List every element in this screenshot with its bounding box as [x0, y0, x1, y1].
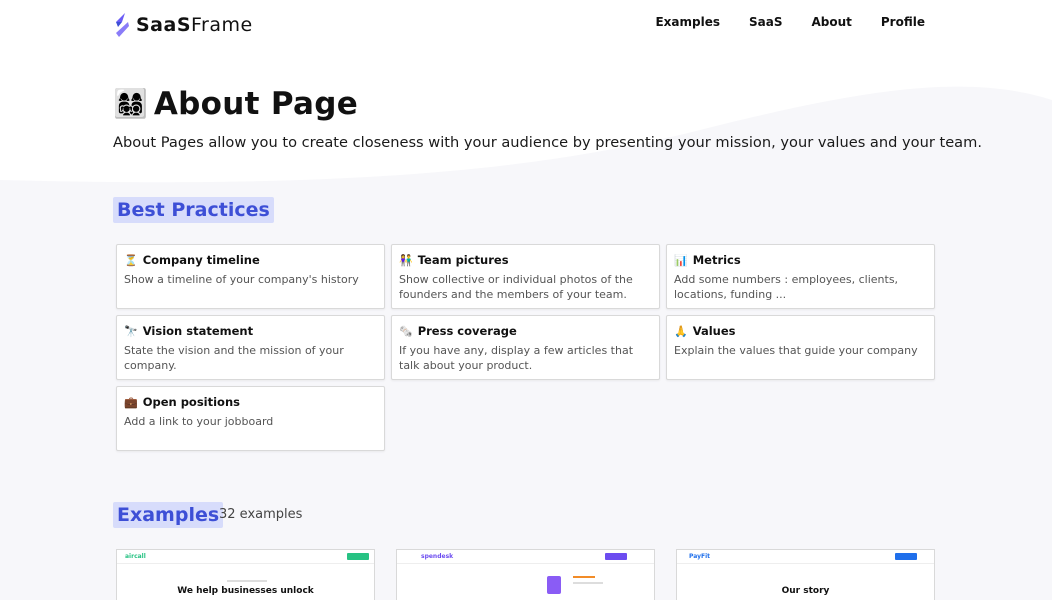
practice-card-values[interactable]: 🙏 Values Explain the values that guide yo… — [666, 315, 935, 380]
card-description: Show collective or individual photos of … — [399, 273, 633, 301]
card-title: Company timeline — [142, 253, 260, 267]
top-nav: SaaSFrame Examples SaaS About Profile — [0, 0, 1052, 48]
card-description: Show a timeline of your company's histor… — [124, 273, 359, 286]
card-title: Press coverage — [417, 324, 517, 338]
card-description: Add a link to your jobboard — [124, 415, 274, 428]
thumbnail-logo: PayFit — [689, 553, 711, 560]
bar-chart-icon: 📊 — [674, 253, 688, 267]
best-practices-grid: ⏳ Company timeline Show a timeline of you… — [116, 244, 936, 451]
thumbnail-headline: Our story — [781, 586, 830, 596]
thumbnail-button — [895, 553, 917, 560]
card-title: Vision statement — [142, 324, 254, 338]
nav-link-about[interactable]: About — [811, 15, 851, 29]
logo-icon — [116, 13, 129, 37]
card-title: Open positions — [142, 395, 240, 409]
telescope-icon: 🔭 — [124, 324, 138, 338]
thumbnail-logo: spendesk — [421, 553, 454, 560]
practice-card-metrics[interactable]: 📊 Metrics Add some numbers : employees, c… — [666, 244, 935, 309]
brand-logo[interactable]: SaaSFrame — [114, 13, 253, 37]
nav-link-profile[interactable]: Profile — [881, 15, 925, 29]
examples-heading: Examples — [113, 502, 224, 528]
practice-card-vision-statement[interactable]: 🔭 Vision statement State the vision and t… — [116, 315, 385, 380]
hourglass-icon: ⏳ — [124, 253, 138, 267]
nav-link-saas[interactable]: SaaS — [749, 15, 782, 29]
thumbnail-button — [605, 553, 627, 560]
card-title: Team pictures — [417, 253, 509, 267]
card-title: Metrics — [692, 253, 741, 267]
thumbnail-line — [573, 576, 595, 578]
page-title: 👩‍👩‍👧‍👦 About Page — [113, 86, 358, 122]
example-card-spendesk[interactable]: spendesk — [396, 549, 655, 600]
people-icon: 👫 — [399, 253, 413, 267]
nav-link-examples[interactable]: Examples — [655, 15, 720, 29]
practice-card-open-positions[interactable]: 💼 Open positions Add a link to your jobbo… — [116, 386, 385, 451]
brand-name: SaaSFrame — [136, 14, 253, 36]
family-icon: 👩‍👩‍👧‍👦 — [113, 87, 148, 120]
nav-links: Examples SaaS About Profile — [655, 15, 925, 29]
page-title-text: About Page — [153, 86, 359, 122]
briefcase-icon: 💼 — [124, 395, 138, 409]
newspaper-icon: 🗞️ — [399, 324, 413, 338]
card-title: Values — [692, 324, 736, 338]
practice-card-team-pictures[interactable]: 👫 Team pictures Show collective or indivi… — [391, 244, 660, 309]
example-screenshots: aircall We help businesses unlock spende… — [116, 549, 936, 600]
thumbnail-illustration — [547, 576, 561, 594]
example-card-aircall[interactable]: aircall We help businesses unlock — [116, 549, 375, 600]
card-description: Explain the values that guide your compa… — [674, 344, 918, 357]
thumbnail-button — [347, 553, 369, 560]
card-description: Add some numbers : employees, clients, l… — [674, 273, 899, 301]
card-description: If you have any, display a few articles … — [399, 344, 634, 372]
example-card-payfit[interactable]: PayFit Our story — [676, 549, 935, 600]
thumbnail-logo: aircall — [125, 553, 146, 560]
practice-card-company-timeline[interactable]: ⏳ Company timeline Show a timeline of you… — [116, 244, 385, 309]
thumbnail-navbar — [117, 550, 374, 564]
best-practices-heading: Best Practices — [113, 197, 274, 223]
thumbnail-headline: We help businesses unlock — [177, 586, 314, 596]
practice-card-press-coverage[interactable]: 🗞️ Press coverage If you have any, displa… — [391, 315, 660, 380]
page-subtitle: About Pages allow you to create closenes… — [113, 134, 982, 151]
thumbnail-line — [573, 582, 603, 584]
thumbnail-line — [227, 580, 267, 582]
card-description: State the vision and the mission of your… — [124, 344, 344, 372]
praying-hands-icon: 🙏 — [674, 324, 688, 338]
examples-count: 32 examples — [219, 507, 303, 522]
